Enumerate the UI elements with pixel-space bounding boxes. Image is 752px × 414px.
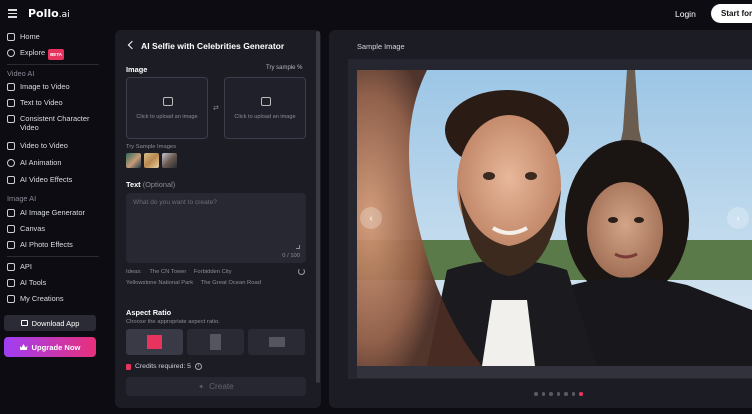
prompt-textarea[interactable]: What do you want to create? 0 / 100 [126,193,306,263]
sample-thumbnail[interactable] [144,153,159,168]
back-arrow-icon[interactable] [127,40,137,50]
carousel-next-button[interactable]: › [727,207,749,229]
upload-area-2[interactable]: Click to upload an image [224,77,306,139]
panel-scrollbar[interactable] [316,31,320,383]
sidebar-item-ai-video-effects[interactable]: AI Video Effects [7,175,72,184]
api-icon [7,262,15,271]
try-sample-link[interactable]: Try sample % [266,65,302,71]
sidebar-item-ai-animation[interactable]: AI Animation [7,158,62,167]
start-for-free-button[interactable]: Start for Free [711,4,752,23]
sidebar-item-home[interactable]: Home [7,32,40,41]
image-strip [357,366,752,378]
ratio-portrait-icon [210,334,221,350]
sidebar-item-consistent-character-video[interactable]: Consistent Character Video [7,114,101,132]
video-icon [7,141,15,150]
idea-chip[interactable]: Forbidden City [194,269,232,275]
sample-image-label: Sample Image [357,42,405,51]
top-bar: Pollo.ai Login Start for Free [0,0,752,28]
char-count: 0 / 100 [282,253,300,259]
aspect-ratio-portrait[interactable] [187,329,244,355]
sidebar: Home Explore BETA Video AI Image to Video… [0,28,106,414]
credits-required: Credits required: 5i [126,363,202,370]
sidebar-item-ai-image-generator[interactable]: AI Image Generator [7,208,85,217]
upgrade-now-button[interactable]: Upgrade Now [4,337,96,357]
carousel-dot[interactable] [534,392,538,396]
compass-icon [7,48,15,57]
idea-chip[interactable]: Yellowstone National Park [126,280,193,286]
photo-effects-icon [7,240,15,249]
upload-image-icon [163,97,173,106]
ideas-row: Ideas: The CN Tower Forbidden City [126,269,232,275]
generator-panel: AI Selfie with Celebrities Generator Ima… [115,30,321,408]
image-generator-icon [7,208,15,217]
info-icon[interactable]: i [194,363,202,370]
refresh-icon[interactable] [298,268,305,275]
aspect-ratio-square[interactable] [126,329,183,355]
animation-icon [7,158,15,167]
sidebar-item-image-to-video[interactable]: Image to Video [7,82,70,91]
ideas-row: Yellowstone National Park The Great Ocea… [126,280,267,286]
selfie-photo [357,70,752,366]
text-label: Text (Optional) [126,180,176,189]
tools-icon [7,278,15,287]
try-sample-images-label: Try Sample Images [126,144,177,150]
shuffle-icon: % [297,65,303,71]
sample-thumbnail[interactable] [126,153,141,168]
sidebar-item-ai-tools[interactable]: AI Tools [7,278,46,287]
carousel-dot[interactable] [571,392,575,396]
sidebar-item-api[interactable]: API [7,262,32,271]
carousel-dots [534,392,587,396]
sidebar-item-video-to-video[interactable]: Video to Video [7,141,68,150]
carousel-prev-button[interactable]: ‹ [360,207,382,229]
character-icon [7,114,15,123]
logo[interactable]: Pollo.ai [28,7,70,20]
login-link[interactable]: Login [675,9,696,19]
divider [7,64,99,65]
sidebar-item-text-to-video[interactable]: Text to Video [7,98,63,107]
carousel-dot[interactable] [556,392,560,396]
credit-icon [126,363,131,370]
sample-thumbnail[interactable] [162,153,177,168]
menu-icon[interactable] [8,9,17,18]
prompt-placeholder: What do you want to create? [133,199,217,206]
sample-panel: Sample Image ‹ › [329,30,752,408]
sidebar-item-explore[interactable]: Explore BETA [7,48,64,60]
upload-image-icon [261,97,271,106]
section-image-ai: Image AI [7,194,37,203]
create-button[interactable]: ✦ Create [126,377,306,396]
swap-icon[interactable]: ⇄ [213,104,219,112]
home-icon [7,32,15,41]
carousel-dot[interactable] [564,392,568,396]
sidebar-item-canvas[interactable]: Canvas [7,224,45,233]
text-video-icon [7,98,15,107]
download-icon [20,320,28,326]
ratio-square-icon [147,335,162,349]
canvas-icon [7,224,15,233]
image-label: Image [126,65,148,74]
sidebar-item-ai-photo-effects[interactable]: AI Photo Effects [7,240,73,249]
section-video-ai: Video AI [7,69,35,78]
page-title: AI Selfie with Celebrities Generator [141,41,285,51]
carousel-dot[interactable] [579,392,583,396]
crown-icon [19,344,28,350]
ratio-landscape-icon [269,337,285,347]
carousel-dot[interactable] [549,392,553,396]
download-app-button[interactable]: Download App [4,315,96,331]
sidebar-item-my-creations[interactable]: My Creations [7,294,64,303]
idea-chip[interactable]: The Great Ocean Road [201,280,261,286]
aspect-ratio-landscape[interactable] [248,329,305,355]
effects-icon [7,175,15,184]
upload-area-1[interactable]: Click to upload an image [126,77,208,139]
resize-handle-icon[interactable] [296,245,300,249]
aspect-ratio-label: Aspect Ratio [126,308,172,317]
sample-image [357,70,752,366]
aspect-ratio-subtitle: Choose the appropriate aspect ratio. [126,319,220,325]
image-video-icon [7,82,15,91]
beta-badge: BETA [48,49,64,60]
sparkle-icon: ✦ [198,383,205,391]
carousel-dot[interactable] [541,392,545,396]
folder-icon [7,294,15,303]
idea-chip[interactable]: The CN Tower [149,269,186,275]
divider [7,256,99,257]
